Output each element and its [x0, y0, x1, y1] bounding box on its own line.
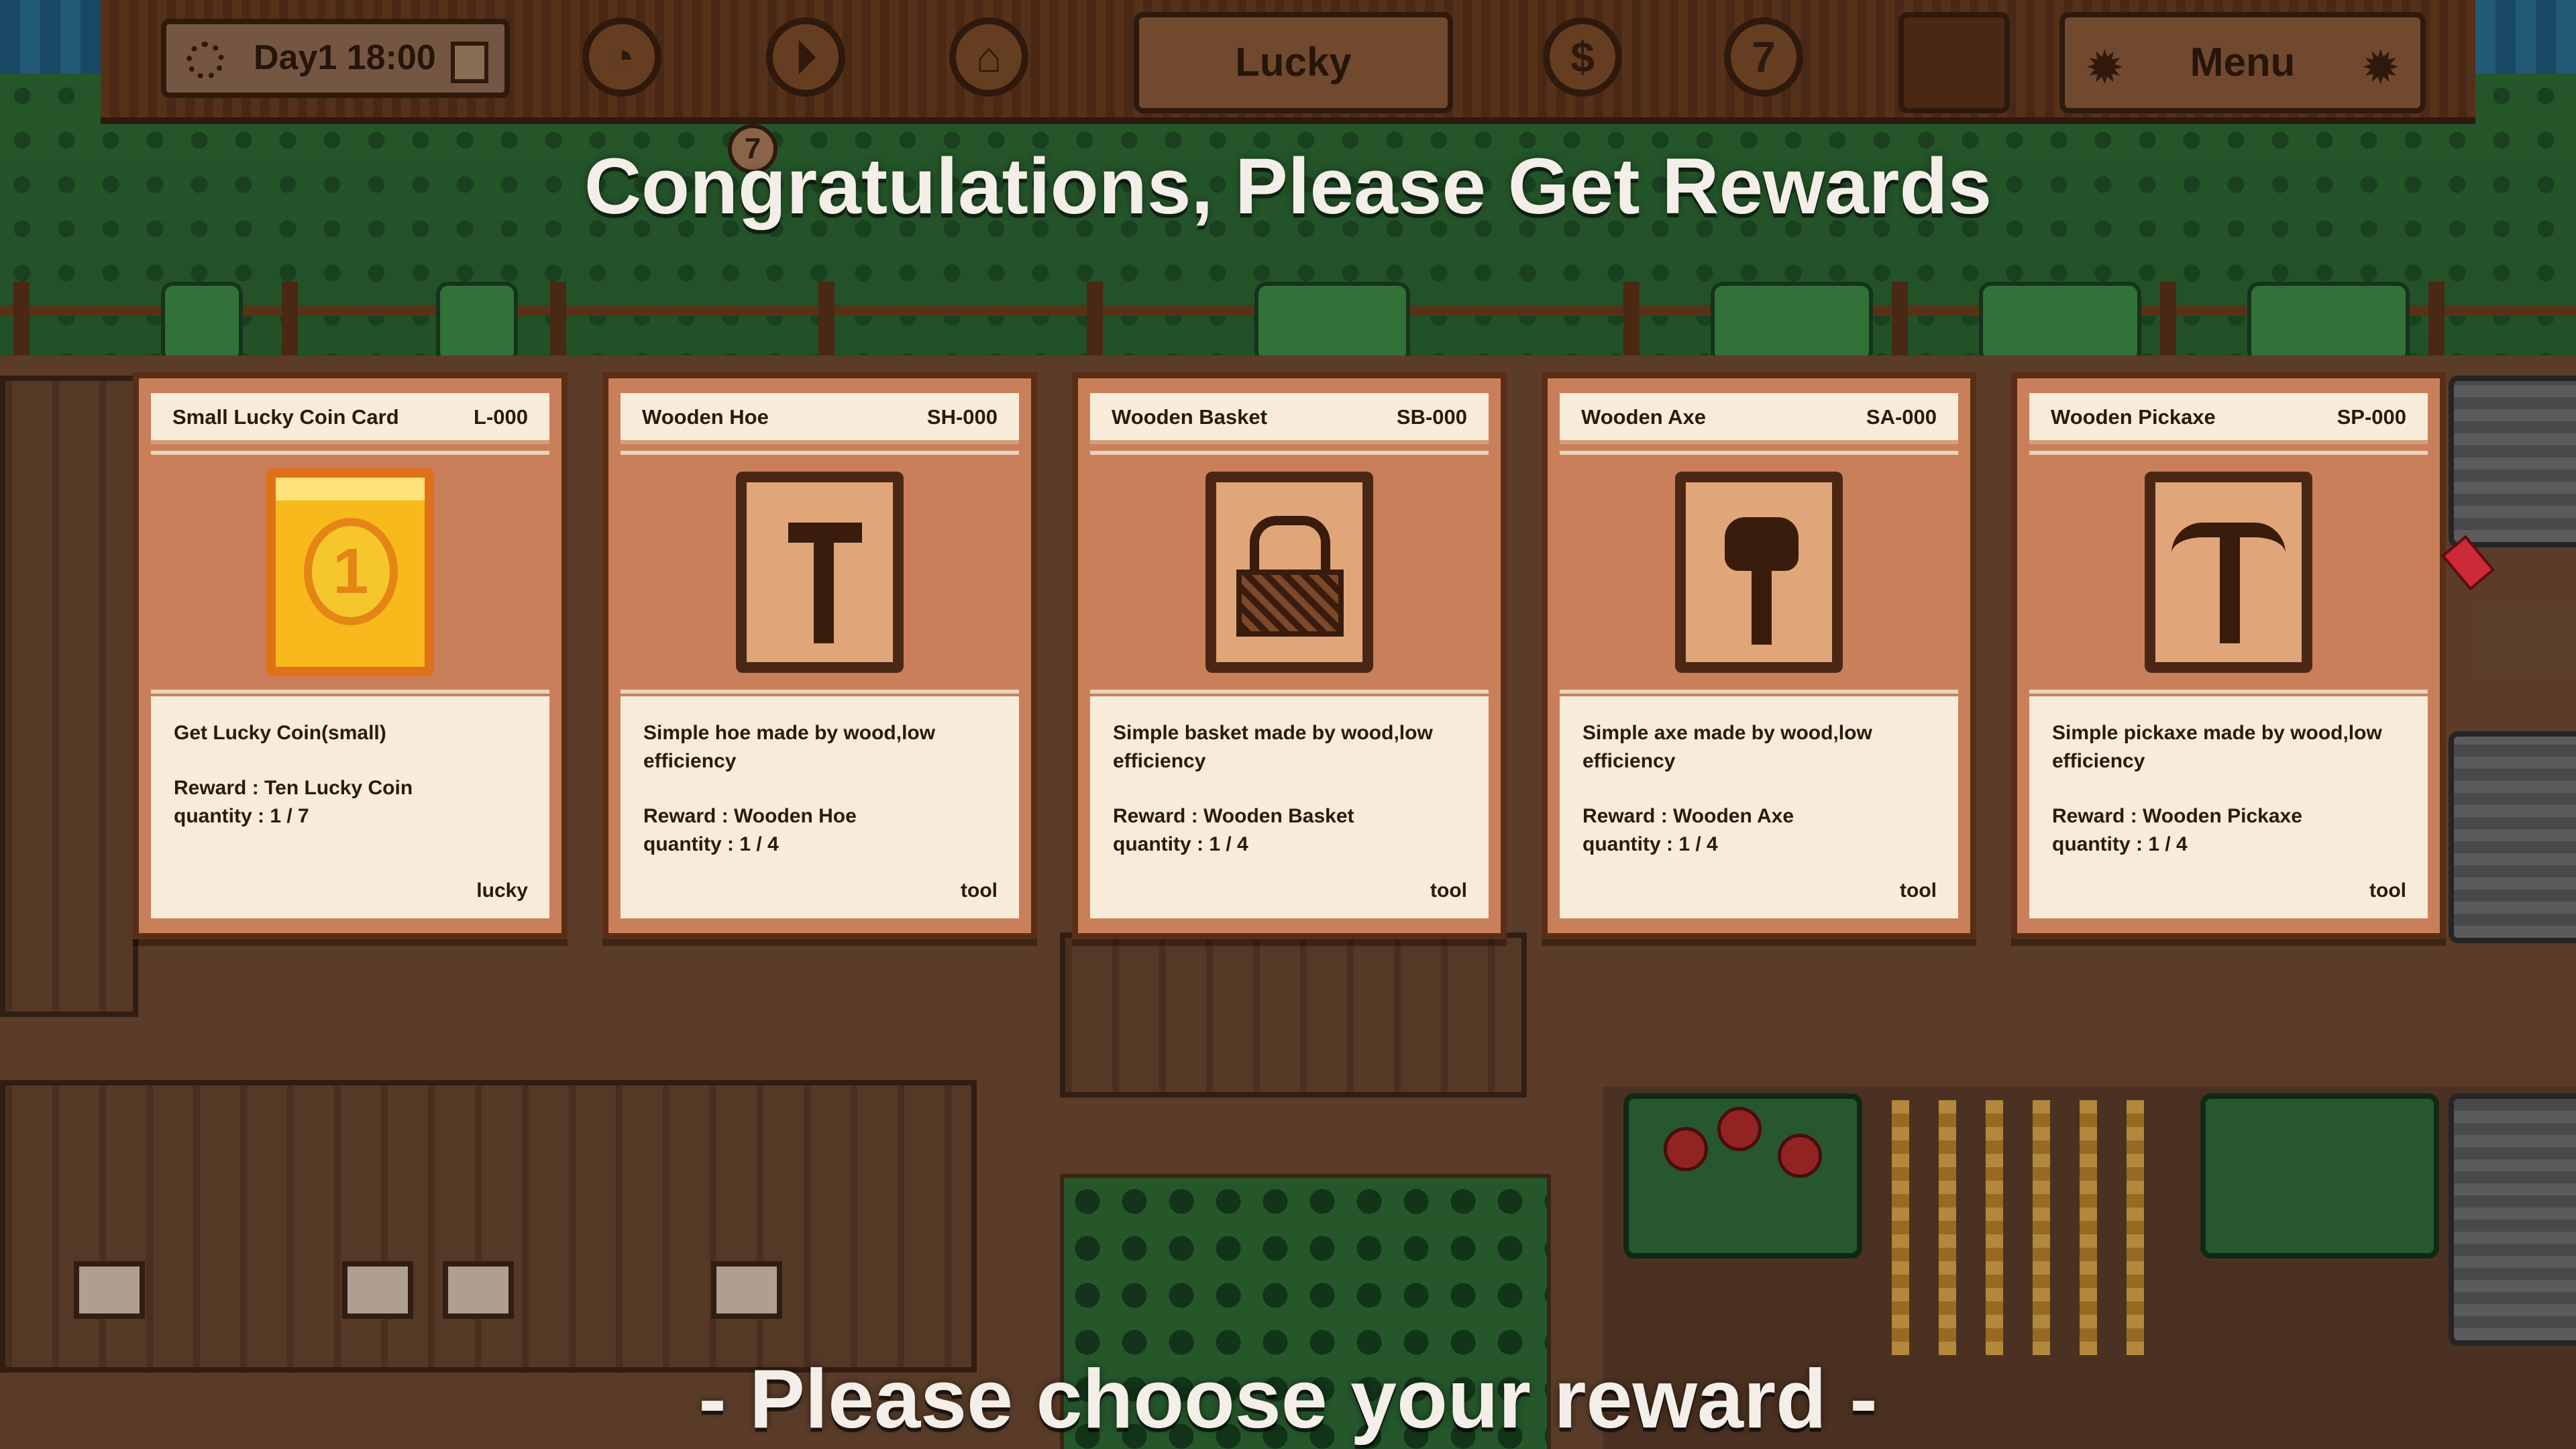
reward-card-wooden-basket[interactable]: Wooden Basket SB-000 Simple basket made … — [1072, 372, 1507, 939]
card-reward: Reward : Wooden Pickaxe — [2052, 805, 2302, 827]
card-description: Get Lucky Coin(small) — [174, 722, 386, 744]
axe-icon — [1675, 472, 1843, 673]
card-header: Wooden Axe SA-000 — [1560, 393, 1958, 444]
card-name: Wooden Pickaxe — [2051, 405, 2216, 429]
card-header: Wooden Hoe SH-000 — [621, 393, 1019, 444]
card-code: SB-000 — [1396, 405, 1467, 429]
pickaxe-icon — [2145, 472, 2312, 673]
card-art — [2029, 451, 2428, 694]
reward-card-wooden-axe[interactable]: Wooden Axe SA-000 Simple axe made by woo… — [1542, 372, 1976, 939]
card-art — [1090, 451, 1489, 694]
card-tag: lucky — [476, 879, 528, 902]
basket-icon — [1205, 472, 1373, 673]
card-code: L-000 — [474, 405, 528, 429]
card-quantity: quantity : 1 / 4 — [1113, 833, 1248, 855]
card-tag: tool — [961, 879, 998, 902]
card-name: Wooden Hoe — [642, 405, 769, 429]
card-name: Small Lucky Coin Card — [172, 405, 399, 429]
reward-card-wooden-hoe[interactable]: Wooden Hoe SH-000 Simple hoe made by woo… — [602, 372, 1037, 939]
choose-reward-prompt: - Please choose your reward - — [698, 1353, 1878, 1446]
card-body: Simple pickaxe made by wood,low efficien… — [2029, 696, 2428, 918]
hoe-icon — [736, 472, 904, 673]
card-name: Wooden Axe — [1581, 405, 1707, 429]
card-body: Get Lucky Coin(small) Reward : Ten Lucky… — [151, 696, 549, 918]
card-quantity: quantity : 1 / 4 — [1582, 833, 1718, 855]
card-description: Simple hoe made by wood,low efficiency — [643, 722, 936, 772]
card-body: Simple hoe made by wood,low efficiency R… — [621, 696, 1019, 918]
card-description: Simple basket made by wood,low efficienc… — [1113, 722, 1433, 772]
card-body: Simple axe made by wood,low efficiency R… — [1560, 696, 1958, 918]
card-code: SP-000 — [2337, 405, 2406, 429]
reward-card-list: Small Lucky Coin Card L-000 1 Get Lucky … — [133, 372, 2447, 943]
card-art — [1560, 451, 1958, 694]
coin-highlight — [276, 478, 425, 500]
card-tag: tool — [2369, 879, 2406, 902]
card-header: Small Lucky Coin Card L-000 — [151, 393, 549, 444]
card-body: Simple basket made by wood,low efficienc… — [1090, 696, 1489, 918]
card-art: 1 — [151, 451, 549, 694]
reward-card-wooden-pickaxe[interactable]: Wooden Pickaxe SP-000 Simple pickaxe mad… — [2011, 372, 2446, 939]
card-quantity: quantity : 1 / 4 — [2052, 833, 2188, 855]
reward-card-lucky-coin[interactable]: Small Lucky Coin Card L-000 1 Get Lucky … — [133, 372, 568, 939]
card-header: Wooden Pickaxe SP-000 — [2029, 393, 2428, 444]
card-code: SA-000 — [1866, 405, 1937, 429]
card-reward: Reward : Wooden Basket — [1113, 805, 1354, 827]
card-code: SH-000 — [926, 405, 998, 429]
card-reward: Reward : Ten Lucky Coin — [174, 777, 413, 799]
card-name: Wooden Basket — [1112, 405, 1267, 429]
card-description: Simple axe made by wood,low efficiency — [1582, 722, 1872, 772]
congratulations-title: Congratulations, Please Get Rewards — [584, 142, 1992, 231]
card-tag: tool — [1430, 879, 1467, 902]
card-quantity: quantity : 1 / 4 — [643, 833, 779, 855]
card-description: Simple pickaxe made by wood,low efficien… — [2052, 722, 2382, 772]
card-art — [621, 451, 1019, 694]
coin-face: 1 — [304, 518, 398, 625]
card-tag: tool — [1900, 879, 1937, 902]
lucky-coin-icon: 1 — [266, 468, 434, 676]
card-reward: Reward : Wooden Hoe — [643, 805, 857, 827]
card-reward: Reward : Wooden Axe — [1582, 805, 1794, 827]
card-header: Wooden Basket SB-000 — [1090, 393, 1489, 444]
card-quantity: quantity : 1 / 7 — [174, 805, 309, 827]
